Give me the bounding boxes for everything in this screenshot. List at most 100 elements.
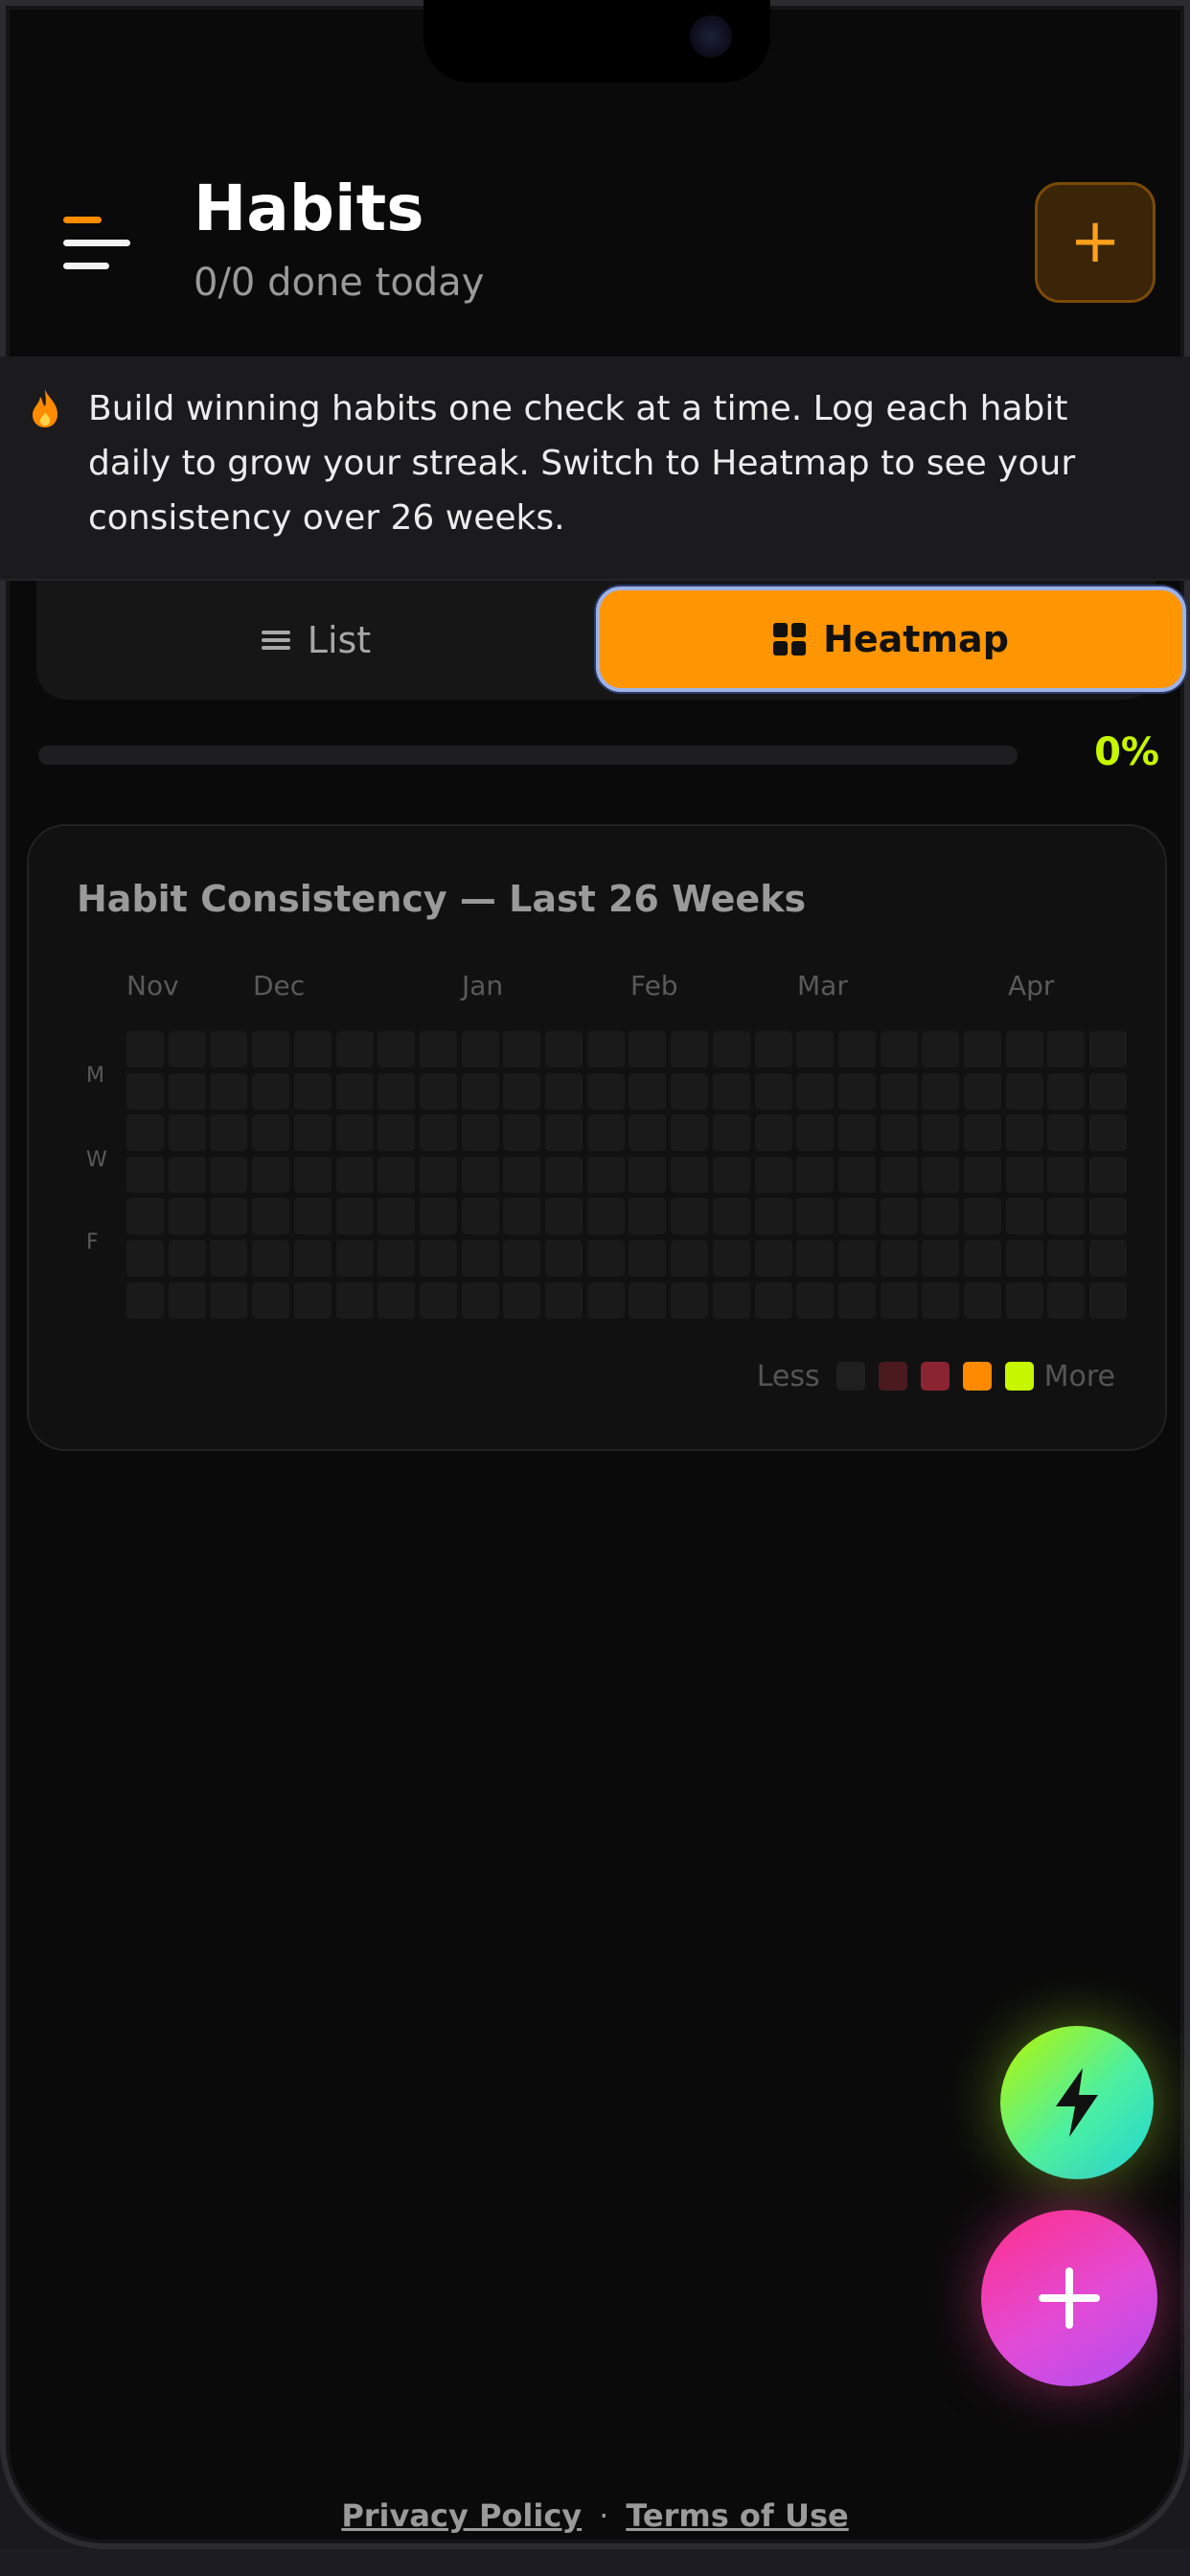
heatmap-cell xyxy=(126,1115,164,1151)
heatmap-cell xyxy=(713,1115,750,1151)
grid-icon xyxy=(773,623,807,656)
heatmap-cell xyxy=(755,1115,792,1151)
heatmap-cell xyxy=(671,1240,708,1276)
heatmap-cell xyxy=(169,1240,206,1276)
home-indicator-area xyxy=(0,2549,1190,2576)
heatmap-cell xyxy=(922,1073,959,1110)
done-today-count: 0/0 done today xyxy=(194,261,485,305)
heatmap-cell xyxy=(838,1198,876,1234)
privacy-policy-link[interactable]: Privacy Policy xyxy=(341,2497,582,2534)
heatmap-cell xyxy=(545,1031,583,1068)
month-label: Nov xyxy=(126,970,179,1001)
tab-heatmap[interactable]: Heatmap xyxy=(596,586,1186,692)
heatmap-cell xyxy=(755,1198,792,1234)
heatmap-cell xyxy=(629,1031,666,1068)
heatmap-cell xyxy=(1006,1115,1043,1151)
lightning-icon xyxy=(1056,2068,1098,2137)
heatmap-cell xyxy=(587,1073,625,1110)
heatmap-cell xyxy=(1006,1240,1043,1276)
heatmap-cell xyxy=(294,1073,332,1110)
app-screen: Habits 0/0 done today + Build winning ha… xyxy=(0,0,1190,2549)
heatmap-cell xyxy=(922,1157,959,1193)
heatmap-cell xyxy=(126,1282,164,1319)
month-label: Jan xyxy=(462,970,504,1001)
heatmap-cell xyxy=(671,1031,708,1068)
heatmap-cell xyxy=(126,1157,164,1193)
quick-log-button[interactable] xyxy=(1000,2026,1154,2179)
heatmap-cell xyxy=(1047,1198,1085,1234)
heatmap-cell xyxy=(169,1031,206,1068)
heatmap-cell xyxy=(629,1073,666,1110)
heatmap-cell xyxy=(420,1157,457,1193)
heatmap-cell xyxy=(252,1073,289,1110)
heatmap-cell xyxy=(1006,1157,1043,1193)
legend-swatch xyxy=(962,1362,992,1391)
terms-of-use-link[interactable]: Terms of Use xyxy=(626,2497,848,2534)
heatmap-cell xyxy=(210,1157,247,1193)
month-label: Feb xyxy=(630,970,678,1001)
heatmap-cell xyxy=(252,1240,289,1276)
heatmap-cell xyxy=(587,1157,625,1193)
heatmap-cell xyxy=(336,1031,374,1068)
heatmap-cell xyxy=(503,1115,540,1151)
heatmap-cell xyxy=(1047,1240,1085,1276)
heatmap-cell xyxy=(420,1240,457,1276)
heatmap-cell xyxy=(462,1240,499,1276)
heatmap-cell xyxy=(336,1282,374,1319)
heatmap-cell xyxy=(755,1157,792,1193)
heatmap-cell xyxy=(294,1031,332,1068)
heatmap-cell xyxy=(881,1282,918,1319)
heatmap-cell xyxy=(252,1115,289,1151)
heatmap-cell xyxy=(629,1240,666,1276)
heatmap-cell xyxy=(503,1240,540,1276)
new-habit-fab[interactable] xyxy=(981,2210,1157,2386)
heatmap-cell xyxy=(838,1031,876,1068)
heatmap-cell xyxy=(671,1198,708,1234)
heatmap-cell xyxy=(838,1282,876,1319)
heatmap-cell xyxy=(126,1073,164,1110)
menu-icon[interactable] xyxy=(59,217,132,278)
heatmap-cell xyxy=(252,1157,289,1193)
tab-list[interactable]: List xyxy=(36,581,596,700)
heatmap-cell xyxy=(252,1282,289,1319)
add-habit-button[interactable]: + xyxy=(1035,182,1156,303)
heatmap-cell xyxy=(629,1115,666,1151)
heatmap-cell xyxy=(629,1157,666,1193)
heatmap-cell xyxy=(922,1031,959,1068)
heatmap-cell xyxy=(169,1157,206,1193)
heatmap-cell xyxy=(881,1157,918,1193)
heatmap-cell xyxy=(838,1115,876,1151)
month-label: Dec xyxy=(253,970,306,1001)
heatmap-cell xyxy=(462,1031,499,1068)
heatmap-cell xyxy=(755,1282,792,1319)
heatmap-cell xyxy=(336,1198,374,1234)
heatmap-cell xyxy=(462,1157,499,1193)
heatmap-cell xyxy=(1089,1073,1127,1110)
heatmap-cell xyxy=(838,1157,876,1193)
heatmap-cell xyxy=(964,1198,1001,1234)
heatmap-cell xyxy=(1089,1240,1127,1276)
heatmap-cell xyxy=(713,1240,750,1276)
heatmap-cell xyxy=(378,1157,415,1193)
heatmap-cell xyxy=(838,1240,876,1276)
heatmap-cell xyxy=(1089,1157,1127,1193)
heatmap-cell xyxy=(1089,1198,1127,1234)
heatmap-cell xyxy=(545,1282,583,1319)
legend-swatch xyxy=(835,1362,865,1391)
tab-list-label: List xyxy=(307,619,372,661)
heatmap-cell xyxy=(503,1198,540,1234)
heatmap-cell xyxy=(210,1073,247,1110)
heatmap-cell xyxy=(796,1073,834,1110)
heatmap-cell xyxy=(294,1198,332,1234)
heatmap-cell xyxy=(378,1282,415,1319)
dynamic-island xyxy=(423,0,770,82)
heatmap-cell xyxy=(1089,1115,1127,1151)
heatmap-card: Habit Consistency — Last 26 Weeks Nov De… xyxy=(27,824,1167,1451)
heatmap-cell xyxy=(252,1198,289,1234)
progress-bar xyxy=(38,746,1018,765)
heatmap-cell xyxy=(462,1198,499,1234)
view-toggle: List Heatmap xyxy=(36,581,1186,700)
heatmap-cell xyxy=(1047,1115,1085,1151)
heatmap-cell xyxy=(1047,1282,1085,1319)
progress-percent: 0% xyxy=(1094,730,1159,774)
